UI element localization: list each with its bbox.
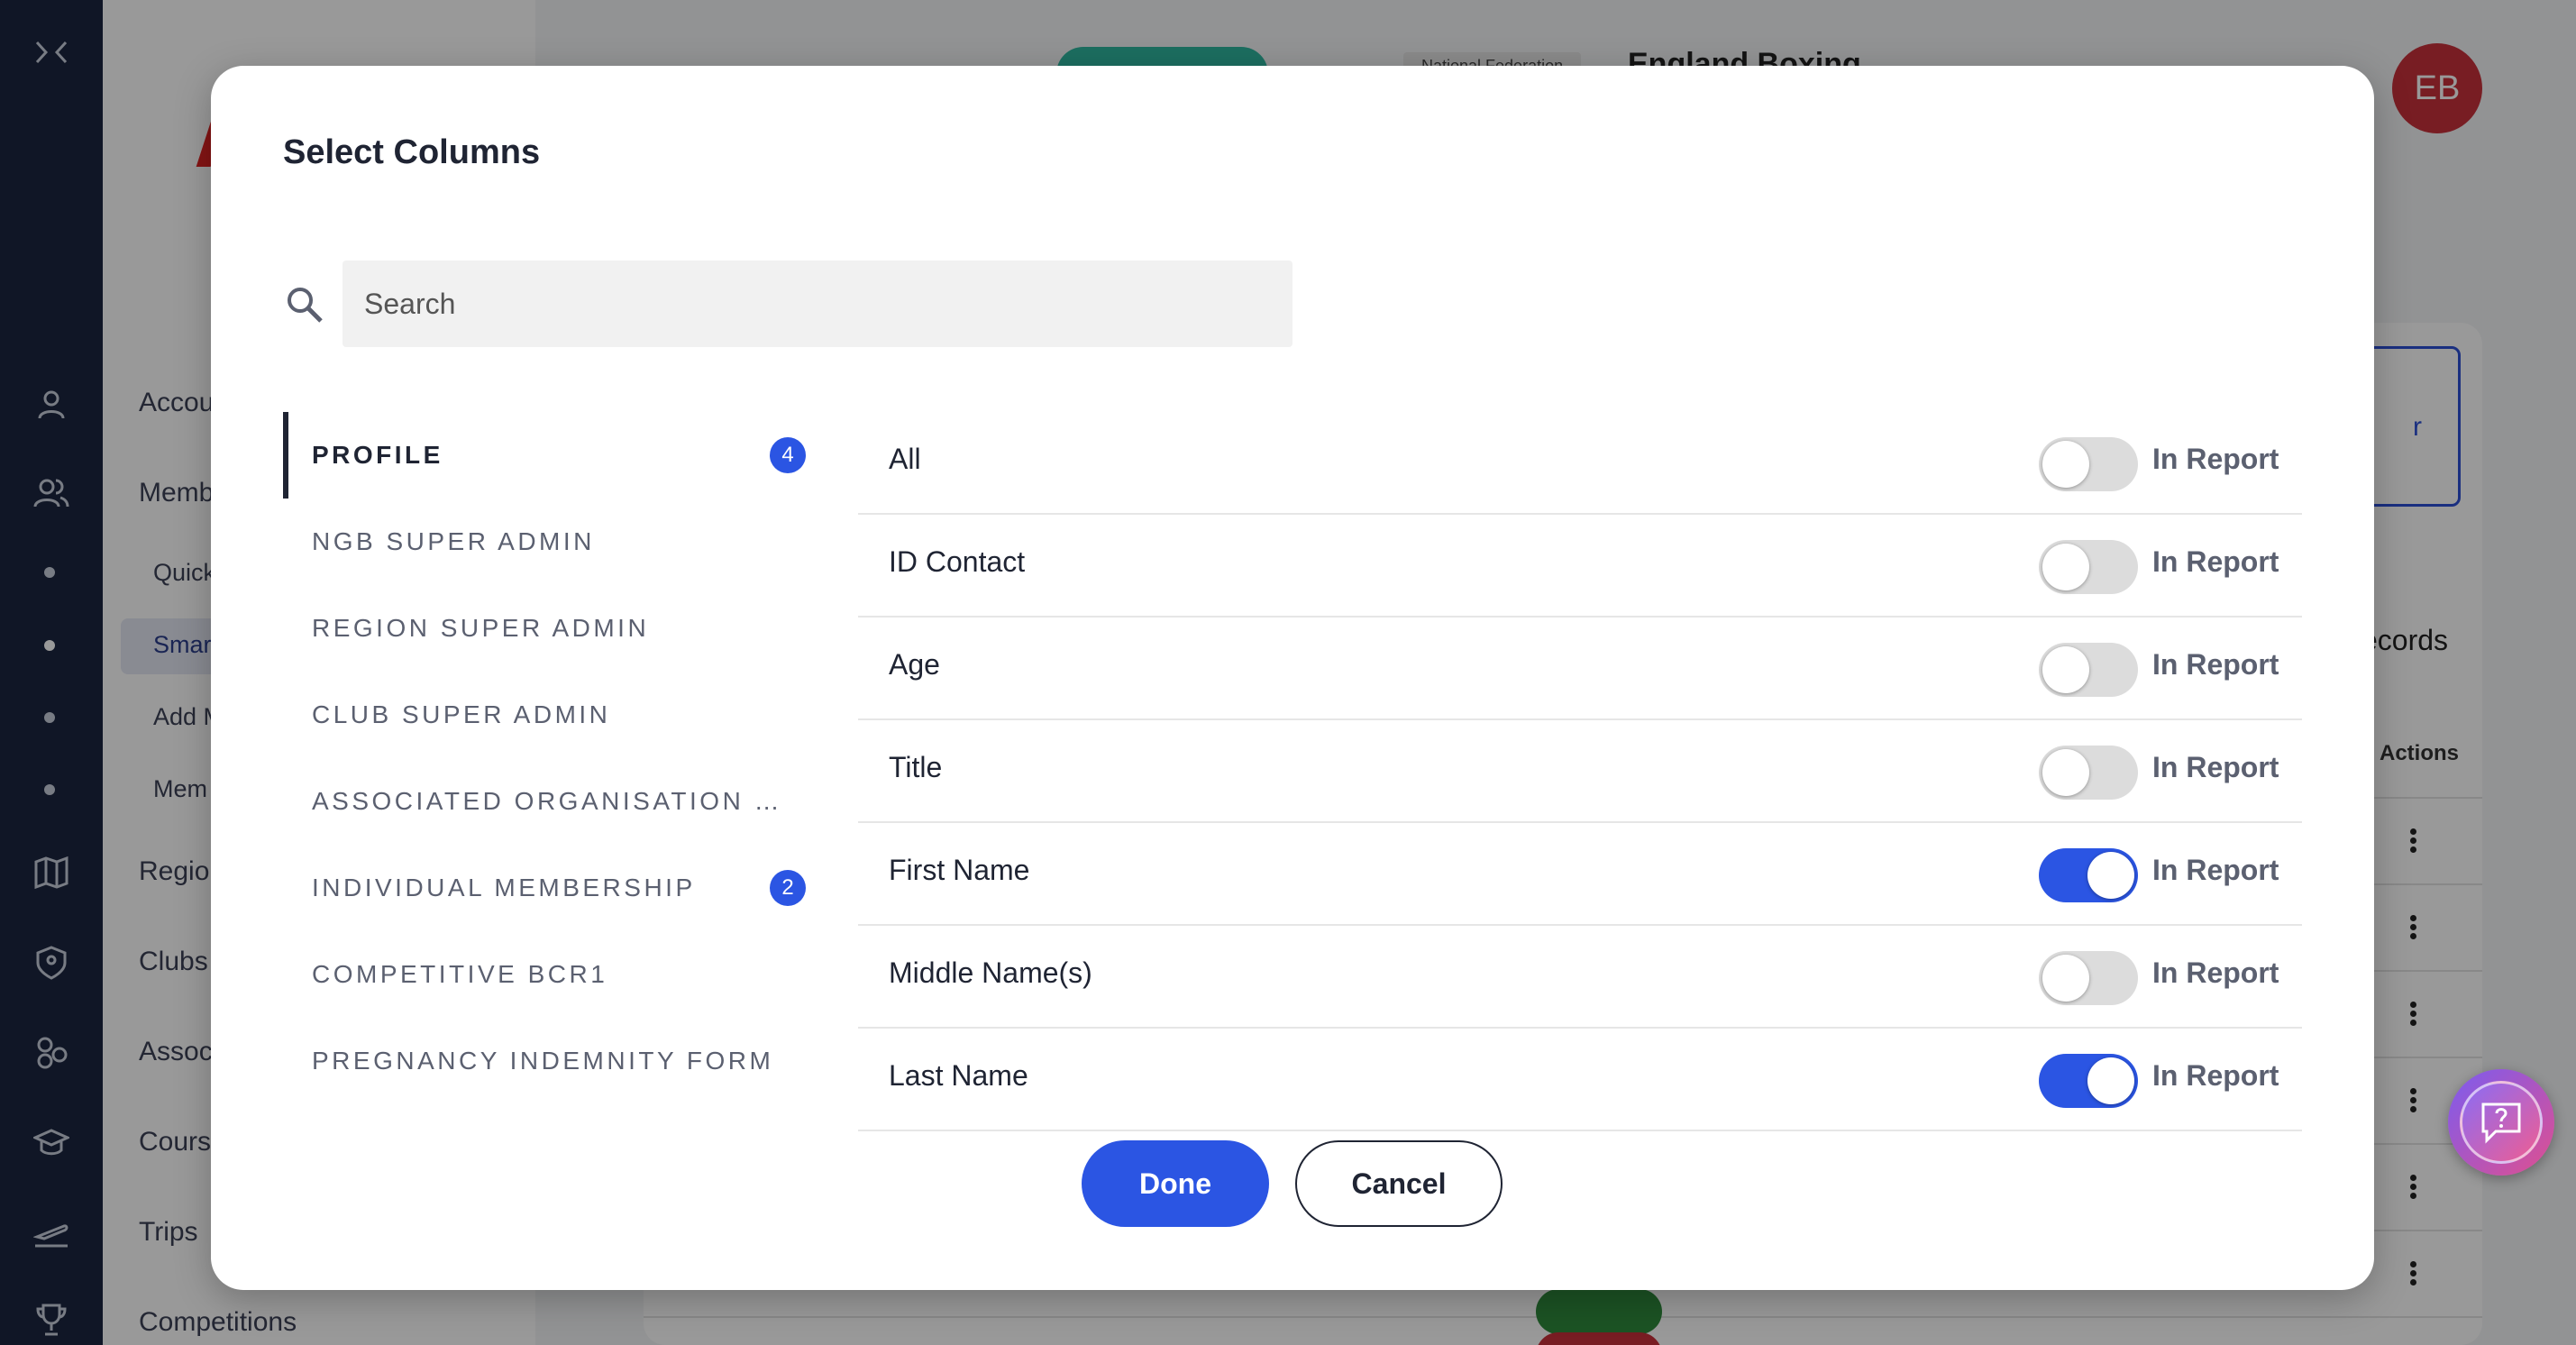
help-chat-icon [2460,1081,2543,1164]
category-region-super-admin[interactable]: REGION SUPER ADMIN [283,585,806,672]
category-label: CLUB SUPER ADMIN [312,700,611,728]
in-report-toggle[interactable] [2039,1054,2138,1108]
help-button[interactable] [2448,1069,2554,1176]
toggle-knob [2087,852,2134,899]
toggle-knob [2042,544,2089,590]
count-badge: 4 [770,437,806,473]
column-row: Title In Report [858,720,2302,823]
category-profile[interactable]: PROFILE 4 [283,412,806,499]
toggle-label: In Report [2152,854,2279,886]
column-name: Middle Name(s) [889,956,1092,989]
column-row: Middle Name(s) In Report [858,926,2302,1029]
toggle-knob [2042,646,2089,693]
toggle-label: In Report [2152,751,2279,783]
column-row: First Name In Report [858,823,2302,926]
column-row: Age In Report [858,618,2302,720]
toggle-knob [2042,955,2089,1002]
category-list: PROFILE 4 NGB SUPER ADMIN REGION SUPER A… [283,412,806,1131]
category-ngb-super-admin[interactable]: NGB SUPER ADMIN [283,499,806,585]
column-name: All [889,443,921,475]
category-label: NGB SUPER ADMIN [312,527,595,555]
category-associated-organisation-super-admin[interactable]: ASSOCIATED ORGANISATION SUPER ADMIN [283,758,806,845]
category-label: INDIVIDUAL MEMBERSHIP [312,874,696,901]
search-input[interactable] [343,261,1293,347]
column-list: All In Report ID Contact In Report Age I… [858,412,2302,1131]
in-report-toggle[interactable] [2039,746,2138,800]
category-label: ASSOCIATED ORGANISATION SUPER ADMIN [312,787,781,815]
category-label: PREGNANCY INDEMNITY FORM [312,1047,774,1075]
category-pregnancy-indemnity-form[interactable]: PREGNANCY INDEMNITY FORM [283,1018,806,1104]
count-badge: 2 [770,870,806,906]
category-individual-membership[interactable]: INDIVIDUAL MEMBERSHIP 2 [283,845,806,931]
toggle-knob [2087,1057,2134,1104]
in-report-toggle[interactable] [2039,643,2138,697]
category-competitive-bcr1[interactable]: COMPETITIVE BCR1 [283,931,806,1018]
toggle-knob [2042,749,2089,796]
in-report-toggle[interactable] [2039,540,2138,594]
column-name: Age [889,648,940,681]
dialog-title: Select Columns [283,133,541,171]
toggle-label: In Report [2152,545,2279,578]
toggle-label: In Report [2152,648,2279,681]
toggle-label: In Report [2152,956,2279,989]
column-name: First Name [889,854,1030,886]
cancel-button[interactable]: Cancel [1295,1140,1503,1227]
toggle-label: In Report [2152,1059,2279,1092]
category-label: REGION SUPER ADMIN [312,614,650,642]
toggle-knob [2042,441,2089,488]
in-report-toggle[interactable] [2039,437,2138,491]
in-report-toggle[interactable] [2039,951,2138,1005]
category-label: PROFILE [312,441,443,469]
column-row: Last Name In Report [858,1029,2302,1131]
category-club-super-admin[interactable]: CLUB SUPER ADMIN [283,672,806,758]
column-name: Title [889,751,943,783]
toggle-label: In Report [2152,443,2279,475]
category-label: COMPETITIVE BCR1 [312,960,608,988]
column-row: All In Report [858,412,2302,515]
in-report-toggle[interactable] [2039,848,2138,902]
column-name: ID Contact [889,545,1026,578]
column-name: Last Name [889,1059,1028,1092]
search-icon [288,288,323,323]
done-button[interactable]: Done [1082,1140,1269,1227]
select-columns-dialog: Select Columns PROFILE 4 NGB SUPER ADMIN… [211,66,2374,1290]
column-row: ID Contact In Report [858,515,2302,618]
